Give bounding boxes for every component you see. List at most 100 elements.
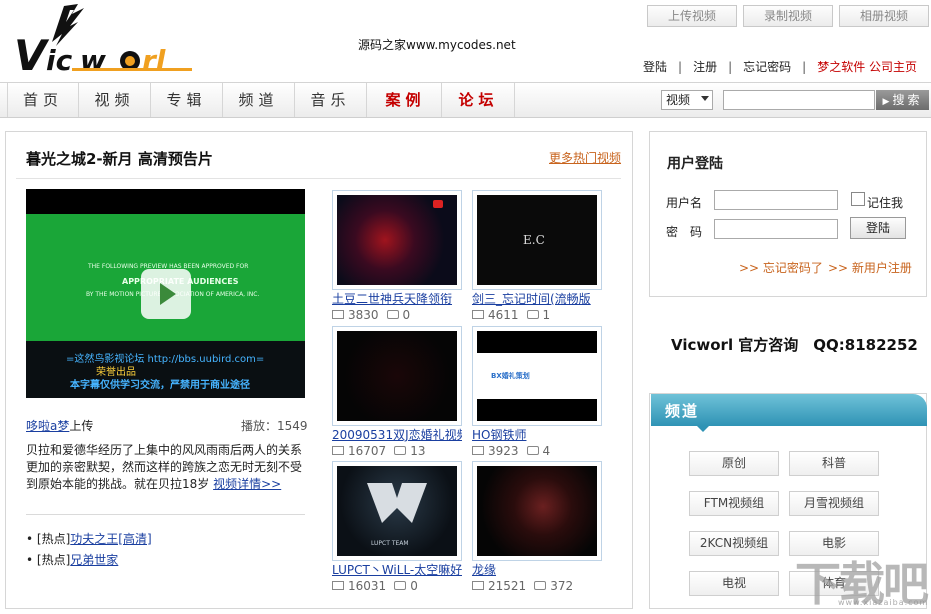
record-video-button[interactable]: 录制视频 [743, 5, 833, 27]
register-link[interactable]: 注册 [693, 58, 717, 75]
password-field[interactable] [714, 219, 838, 239]
nav-home[interactable]: 首页 [7, 83, 79, 117]
separator: | [678, 60, 683, 74]
channel-button[interactable]: FTM视频组 [689, 491, 779, 516]
divider [26, 514, 305, 515]
comment-count: 0 [410, 579, 418, 593]
channel-button[interactable]: 原创 [689, 451, 779, 476]
password-label: 密 码 [666, 225, 703, 239]
channel-button[interactable]: 2KCN视频组 [689, 531, 779, 556]
comment-icon [394, 446, 407, 455]
nav-video[interactable]: 视频 [79, 83, 151, 117]
video-thumbnail[interactable] [332, 326, 462, 426]
channel-button[interactable]: 月雪视频组 [789, 491, 879, 516]
thumbnail-text: E.C [523, 233, 545, 247]
play-icon[interactable] [141, 269, 191, 319]
thumbnail-text: BX婚礼策划 [491, 372, 530, 380]
comment-icon [386, 310, 399, 319]
nav-cases[interactable]: 案例 [370, 83, 442, 117]
view-count: 3830 [348, 308, 379, 322]
view-count: 16031 [348, 579, 387, 593]
company-home-link[interactable]: 公司主页 [869, 58, 917, 75]
video-thumbnail[interactable] [332, 190, 462, 290]
thumbnail-text: LUPCT TEAM [371, 540, 409, 547]
thumbnail-image [337, 195, 457, 285]
divider [16, 178, 621, 179]
views-icon [472, 446, 484, 455]
username-field[interactable] [714, 190, 838, 210]
login-button[interactable]: 登陆 [850, 217, 906, 239]
uploader-link[interactable]: 哆啦a梦 [26, 419, 69, 433]
separator: | [802, 60, 807, 74]
user-links: 登陆 | 注册 | 忘记密码 | 梦之软件 公司主页 [643, 58, 917, 75]
forgot-password-link[interactable]: 忘记密码 [743, 58, 791, 75]
video-description: 贝拉和爱德华经历了上集中的风风雨雨后两人的关系更加的亲密默契，然而这样的跨族之恋… [26, 442, 308, 493]
channel-button[interactable]: 科普 [789, 451, 879, 476]
hot-tag: [热点] [36, 532, 71, 546]
hot-link[interactable]: 功夫之王[高清] [70, 532, 151, 546]
play-arrow-icon: ▶ [882, 97, 893, 107]
video-title-link[interactable]: 20090531双J恋婚礼视频 [332, 426, 462, 443]
views-icon [472, 581, 484, 590]
svg-text:ic: ic [46, 44, 73, 74]
video-thumbnail[interactable]: E.C [472, 190, 602, 290]
video-detail-link[interactable]: 视频详情>> [213, 477, 281, 491]
video-stats: 4611 1 [472, 308, 550, 322]
views-icon [472, 310, 484, 319]
hot-link[interactable]: 兄弟世家 [70, 553, 118, 567]
hot-tag: [热点] [36, 553, 71, 567]
comment-count: 13 [410, 444, 426, 458]
video-thumbnail[interactable]: LUPCT TEAM [332, 461, 462, 561]
video-stats: 3923 4 [472, 444, 550, 458]
album-video-button[interactable]: 相册视频 [839, 5, 929, 27]
comment-count: 4 [542, 444, 551, 458]
view-count: 16707 [348, 444, 387, 458]
official-consult-text: Vicworl 官方咨询 QQ:8182252 [671, 336, 918, 354]
thumbnail-image: LUPCT TEAM [337, 466, 457, 556]
nav-album[interactable]: 专辑 [151, 83, 223, 117]
play-count-value: 1549 [277, 419, 308, 433]
search-input[interactable] [723, 90, 875, 110]
video-thumbnail[interactable]: BX婚礼策划 [472, 326, 602, 426]
search-button[interactable]: ▶搜索 [876, 90, 929, 110]
view-count: 21521 [488, 579, 527, 593]
views-icon [332, 581, 344, 590]
hot-item: • [热点]兄弟世家 [26, 553, 119, 567]
remember-me-checkbox[interactable] [851, 192, 865, 206]
player-top-bar [26, 189, 305, 214]
comment-count: 1 [542, 308, 551, 322]
vicworl-logo[interactable]: V ic w rl [12, 4, 202, 80]
watermark-url: www.xiazaiba.com [838, 598, 929, 607]
login-title: 用户登陆 [667, 156, 723, 172]
video-title-link[interactable]: HO钢铁师 [472, 426, 602, 443]
uploader-suffix: 上传 [69, 419, 94, 433]
nav-channel[interactable]: 频道 [223, 83, 295, 117]
video-stats: 3830 0 [332, 308, 410, 322]
channel-button[interactable]: 电视 [689, 571, 779, 596]
video-title-link[interactable]: LUPCT丶WiLL-太空嘛好 [332, 561, 462, 578]
views-icon [332, 310, 344, 319]
chevron-down-icon [701, 96, 709, 101]
video-title-link[interactable]: 剑三_忘记时间(流畅版 [472, 290, 602, 307]
play-count-label: 播放： [241, 419, 278, 433]
comment-count: 0 [402, 308, 411, 322]
channel-title: 频道 [665, 402, 700, 420]
featured-title: 暮光之城2-新月 高清预告片 [26, 150, 213, 168]
video-stats: 16031 0 [332, 579, 418, 593]
comment-count: 372 [550, 579, 574, 593]
video-player[interactable]: THE FOLLOWING PREVIEW HAS BEEN APPROVED … [26, 189, 305, 398]
svg-text:V: V [14, 31, 50, 74]
video-stats: 21521 372 [472, 579, 573, 593]
nav-music[interactable]: 音乐 [295, 83, 367, 117]
forgot-password-link[interactable]: >> 忘记密码了 [739, 259, 823, 276]
video-title-link[interactable]: 土豆二世神兵天降领衔 [332, 290, 462, 307]
new-user-register-link[interactable]: >> 新用户注册 [828, 259, 912, 276]
thumbnail-image: E.C [477, 195, 597, 285]
video-thumbnail[interactable] [472, 461, 602, 561]
login-link[interactable]: 登陆 [643, 58, 667, 75]
upload-video-button[interactable]: 上传视频 [647, 5, 737, 27]
dream-software-link[interactable]: 梦之软件 [817, 58, 865, 75]
more-hot-videos-link[interactable]: 更多热门视频 [549, 149, 621, 166]
nav-forum[interactable]: 论坛 [443, 83, 515, 117]
video-title-link[interactable]: 龙缘 [472, 561, 602, 578]
